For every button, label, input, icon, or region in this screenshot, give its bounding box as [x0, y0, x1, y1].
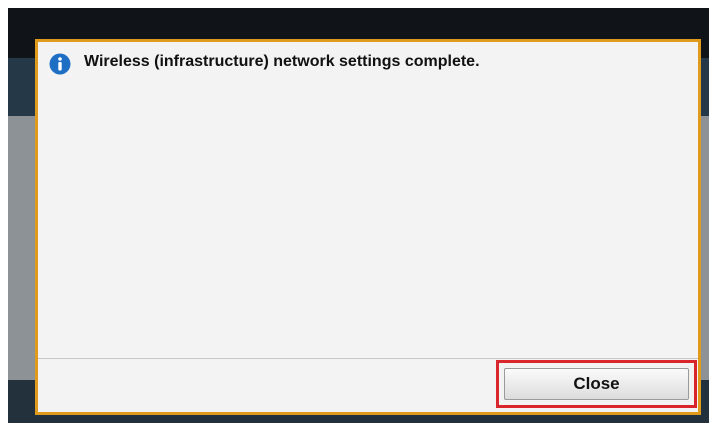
settings-complete-dialog: Wireless (infrastructure) network settin…: [35, 39, 701, 415]
dialog-footer: Close: [38, 359, 698, 412]
close-button-highlight: Close: [496, 360, 697, 408]
device-screen: Wireless (infrastructure) network settin…: [8, 8, 709, 423]
close-button[interactable]: Close: [504, 368, 689, 400]
dialog-message: Wireless (infrastructure) network settin…: [84, 53, 480, 70]
info-icon: [49, 53, 71, 75]
dialog-body: Wireless (infrastructure) network settin…: [38, 42, 698, 358]
